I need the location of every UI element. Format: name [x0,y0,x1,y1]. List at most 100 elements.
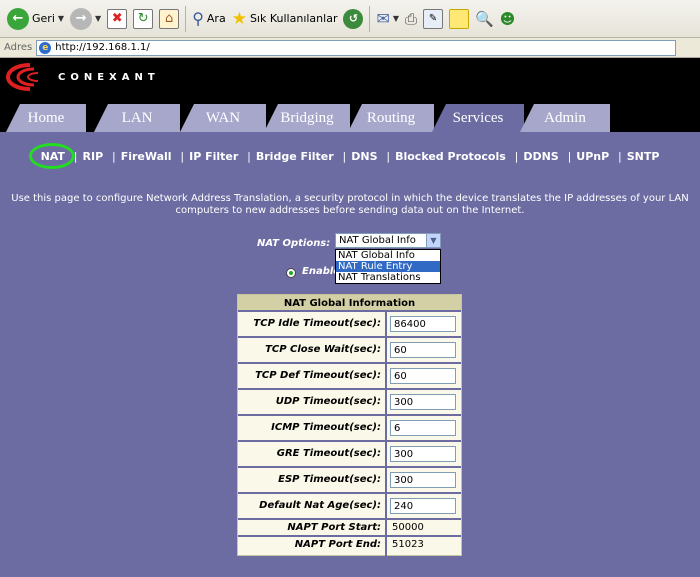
edit-button[interactable]: ✎ [420,4,446,34]
field-label: NAPT Port End: [294,539,381,550]
table-row: GRE Timeout(sec): [238,442,461,468]
favorites-button[interactable]: ★ Sık Kullanılanlar [229,4,341,34]
tab-wan[interactable]: WAN [180,104,266,132]
router-page: CONEXANT Home LAN WAN Bridging Routing S… [0,58,700,577]
tab-label: LAN [121,109,153,126]
forward-button[interactable]: → ▼ [67,4,104,34]
dropdown-option[interactable]: NAT Global Info [336,250,440,261]
chevron-down-icon[interactable]: ▼ [95,14,101,23]
tab-admin[interactable]: Admin [520,104,610,132]
subnav-dns[interactable]: DNS [351,150,377,163]
edit-icon: ✎ [423,8,444,29]
enable-radio[interactable] [286,268,296,278]
tab-lan[interactable]: LAN [94,104,180,132]
subnav-rip[interactable]: RIP [83,150,104,163]
field-label: TCP Def Timeout(sec): [255,370,381,381]
table-row: NAPT Port Start: 50000 [238,520,461,537]
value-cell [387,312,463,336]
value-cell [387,364,463,388]
value-cell [387,338,463,362]
table-row: TCP Close Wait(sec): [238,338,461,364]
icmp-timeout-input[interactable] [390,420,456,436]
favorites-label: Sık Kullanılanlar [249,12,338,25]
field-label: GRE Timeout(sec): [276,448,381,459]
nat-options-select[interactable]: NAT Global Info ▼ [335,233,441,248]
subnav-ddns[interactable]: DDNS [523,150,558,163]
nat-options-dropdown: NAT Global Info NAT Rule Entry NAT Trans… [335,249,441,284]
research-icon: 🔍 [475,9,494,28]
home-button[interactable]: ⌂ [156,4,182,34]
subnav-bridge-filter[interactable]: Bridge Filter [256,150,334,163]
tab-label: Home [27,109,65,126]
page-description: Use this page to configure Network Addre… [11,193,689,216]
mail-button[interactable]: ✉ ▼ [373,4,402,34]
tab-home[interactable]: Home [6,104,86,132]
subnav-upnp[interactable]: UPnP [576,150,609,163]
stop-button[interactable]: ✖ [104,4,130,34]
tab-label: Services [452,109,504,126]
subnav-separator: | [111,150,116,163]
history-button[interactable]: ↺ [340,4,366,34]
tab-label: Admin [544,109,586,126]
tab-label: Bridging [280,109,334,126]
subnav-separator: | [514,150,519,163]
research-button[interactable]: 🔍 [472,4,497,34]
note-icon [449,8,470,29]
tab-services[interactable]: Services [432,104,524,132]
field-label: UDP Timeout(sec): [275,396,381,407]
field-label: ICMP Timeout(sec): [271,422,381,433]
chevron-down-icon[interactable]: ▼ [426,234,440,247]
tcp-idle-timeout-input[interactable] [390,316,456,332]
mail-icon: ✉ [376,9,390,28]
tcp-close-wait-input[interactable] [390,342,456,358]
table-row: ICMP Timeout(sec): [238,416,461,442]
tab-bridging[interactable]: Bridging [264,104,350,132]
star-icon: ★ [231,8,247,29]
tcp-def-timeout-input[interactable] [390,368,456,384]
napt-port-start-value: 50000 [392,522,424,533]
search-button[interactable]: ⚲ Ara [189,4,229,34]
toolbar-divider [369,5,371,32]
tab-routing[interactable]: Routing [348,104,434,132]
print-button[interactable]: ⎙ [402,4,420,34]
dropdown-option[interactable]: NAT Translations [336,272,440,283]
brand-name: CONEXANT [58,71,160,83]
gre-timeout-input[interactable] [390,446,456,462]
subnav-firewall[interactable]: FireWall [121,150,172,163]
page-header: CONEXANT [0,58,700,102]
subnav-separator: | [180,150,185,163]
subnav-blocked-protocols[interactable]: Blocked Protocols [395,150,506,163]
refresh-button[interactable]: ↻ [130,4,156,34]
messenger-button[interactable]: ☻ [497,4,519,34]
back-button[interactable]: ← Geri ▼ [4,4,67,34]
browser-toolbar: ← Geri ▼ → ▼ ✖ ↻ ⌂ ⚲ Ara ★ Sık Kullanıla… [0,0,700,38]
chevron-down-icon[interactable]: ▼ [58,14,64,23]
address-bar: Adres e http://192.168.1.1/ [0,38,700,58]
subnav-separator: | [247,150,251,163]
nat-options-label: NAT Options: [257,238,331,249]
search-icon: ⚲ [192,9,204,28]
history-icon: ↺ [343,8,364,29]
esp-timeout-input[interactable] [390,472,456,488]
subnav-sntp[interactable]: SNTP [627,150,660,163]
nat-global-table: NAT Global Information TCP Idle Timeout(… [237,294,462,556]
nat-options-selected: NAT Global Info [339,235,416,246]
table-row: ESP Timeout(sec): [238,468,461,494]
subnav-separator: | [567,150,572,163]
toolbar-divider [185,5,187,32]
messenger-icon: ☻ [499,9,516,28]
subnav-separator: | [386,150,391,163]
table-row: NAPT Port End: 51023 [238,537,461,554]
chevron-down-icon[interactable]: ▼ [393,14,399,23]
field-label: Default Nat Age(sec): [259,500,381,511]
value-cell [387,468,463,492]
search-label: Ara [206,12,226,25]
udp-timeout-input[interactable] [390,394,456,410]
discuss-button[interactable] [446,4,472,34]
address-input[interactable]: e http://192.168.1.1/ [36,39,677,56]
subnav-ip-filter[interactable]: IP Filter [189,150,238,163]
field-label: TCP Idle Timeout(sec): [253,318,381,329]
dropdown-option[interactable]: NAT Rule Entry [336,261,440,272]
default-nat-age-input[interactable] [390,498,456,514]
napt-port-end-value: 51023 [392,539,424,550]
